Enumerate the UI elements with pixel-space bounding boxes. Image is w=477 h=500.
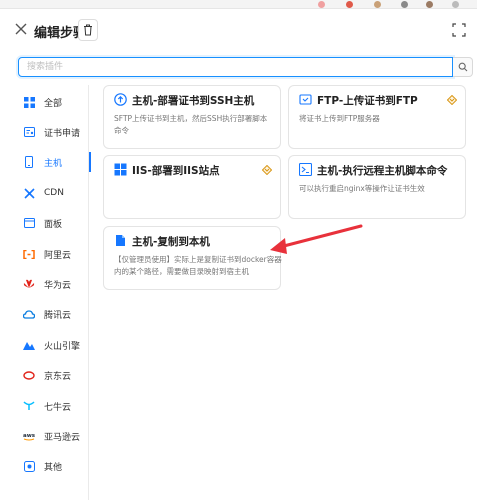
volcengine-icon (23, 339, 35, 351)
sidebar-item-label: 其他 (44, 462, 63, 473)
browser-toolbar-strip (0, 0, 477, 9)
sidebar-item-label: 全部 (44, 98, 63, 109)
sidebar-item-label: 华为云 (44, 280, 72, 291)
sidebar-item-label: 腾讯云 (44, 310, 72, 321)
aliyun-icon (23, 248, 35, 260)
tencent-cloud-icon (23, 308, 35, 320)
category-sidebar: 全部 证书申请 主机 CDN 面板 阿里云 华为云 腾讯云 火山引擎 京东云 七… (15, 85, 91, 500)
plugin-card-ftp-upload[interactable]: FTP-上传证书到FTP 将证书上传到FTP服务器 (288, 85, 466, 149)
fullscreen-icon[interactable] (452, 23, 466, 37)
mobile-icon (23, 156, 35, 168)
cdn-icon (23, 187, 35, 199)
sidebar-item-label: 面板 (44, 219, 63, 230)
panel-icon (23, 217, 35, 229)
plugin-card-ssh-deploy[interactable]: 主机-部署证书到SSH主机 SFTP上传证书到主机，然后SSH执行部署脚本命令 (103, 85, 281, 149)
sidebar-item-label: 京东云 (44, 371, 72, 382)
sidebar-item-cdn[interactable]: CDN (15, 181, 89, 205)
sidebar-item-panel[interactable]: 面板 (15, 211, 89, 235)
plugin-card-copy-local[interactable]: 主机-复制到本机 【仅管理员使用】实际上是复制证书到docker容器内的某个路径… (103, 226, 282, 290)
terminal-icon (299, 163, 312, 176)
huawei-icon (23, 278, 35, 290)
delete-button[interactable] (78, 19, 98, 41)
qiniu-icon (23, 400, 35, 412)
card-title: 主机-执行远程主机脚本命令 (317, 165, 448, 177)
sidebar-item-label: 证书申请 (44, 128, 81, 139)
certificate-icon (23, 126, 35, 138)
active-indicator (89, 152, 91, 172)
search-button[interactable] (453, 57, 473, 77)
sidebar-item-host[interactable]: 主机 (15, 150, 91, 174)
search-input[interactable] (18, 57, 453, 77)
sidebar-item-aliyun[interactable]: 阿里云 (15, 242, 89, 266)
grid-icon (23, 96, 35, 108)
profile-avatar-icon[interactable] (426, 1, 433, 8)
sidebar-item-label: 亚马逊云 (44, 432, 81, 443)
svg-text:aws: aws (23, 433, 35, 439)
plugin-card-remote-script[interactable]: 主机-执行远程主机脚本命令 可以执行重启nginx等操作让证书生效 (288, 155, 466, 219)
windows-icon (114, 163, 127, 176)
sidebar-item-other[interactable]: 其他 (15, 454, 89, 478)
search-icon (458, 62, 467, 72)
sidebar-item-label: 七牛云 (44, 402, 72, 413)
extension-icon[interactable] (374, 1, 381, 8)
other-icon (23, 460, 35, 472)
extension-icon[interactable] (346, 1, 353, 8)
card-title: 主机-部署证书到SSH主机 (132, 95, 255, 107)
file-icon (116, 235, 125, 246)
sidebar-item-label: 火山引擎 (44, 341, 81, 352)
sidebar-item-volcengine[interactable]: 火山引擎 (15, 333, 89, 357)
sidebar-item-tencent[interactable]: 腾讯云 (15, 302, 89, 326)
aws-icon: aws (23, 430, 35, 442)
sidebar-item-label: 阿里云 (44, 250, 72, 261)
card-title: IIS-部署到IIS站点 (132, 165, 220, 177)
card-description: SFTP上传证书到主机，然后SSH执行部署脚本命令 (114, 114, 268, 135)
extension-icon[interactable] (318, 1, 325, 8)
card-description: 【仅管理员使用】实际上是复制证书到docker容器内的某个路径，需要做目录映射到… (114, 255, 282, 276)
sidebar-item-jdcloud[interactable]: 京东云 (15, 363, 89, 387)
extension-icon[interactable] (401, 1, 408, 8)
menu-icon[interactable] (452, 1, 459, 8)
sidebar-item-label: 主机 (44, 158, 63, 169)
sidebar-item-huawei[interactable]: 华为云 (15, 272, 89, 296)
pro-badge-icon (447, 95, 457, 105)
upload-cloud-icon (114, 93, 127, 106)
plugin-card-iis-deploy[interactable]: IIS-部署到IIS站点 (103, 155, 281, 219)
card-description: 可以执行重启nginx等操作让证书生效 (299, 184, 425, 193)
sidebar-item-label: CDN (44, 188, 64, 198)
close-icon[interactable] (13, 21, 29, 37)
jdcloud-icon (23, 369, 35, 381)
card-title: FTP-上传证书到FTP (317, 95, 418, 107)
card-title: 主机-复制到本机 (132, 236, 210, 248)
pro-badge-icon (262, 165, 272, 175)
sidebar-item-qiniu[interactable]: 七牛云 (15, 394, 89, 418)
plugin-search (18, 57, 473, 79)
sidebar-item-aws[interactable]: aws 亚马逊云 (15, 424, 89, 448)
sidebar-item-all[interactable]: 全部 (15, 90, 89, 114)
drawer-header: 编辑步骤 (0, 9, 477, 53)
card-description: 将证书上传到FTP服务器 (299, 114, 380, 123)
folder-icon (299, 94, 312, 105)
trash-icon (84, 24, 92, 36)
sidebar-item-certificate[interactable]: 证书申请 (15, 120, 89, 144)
